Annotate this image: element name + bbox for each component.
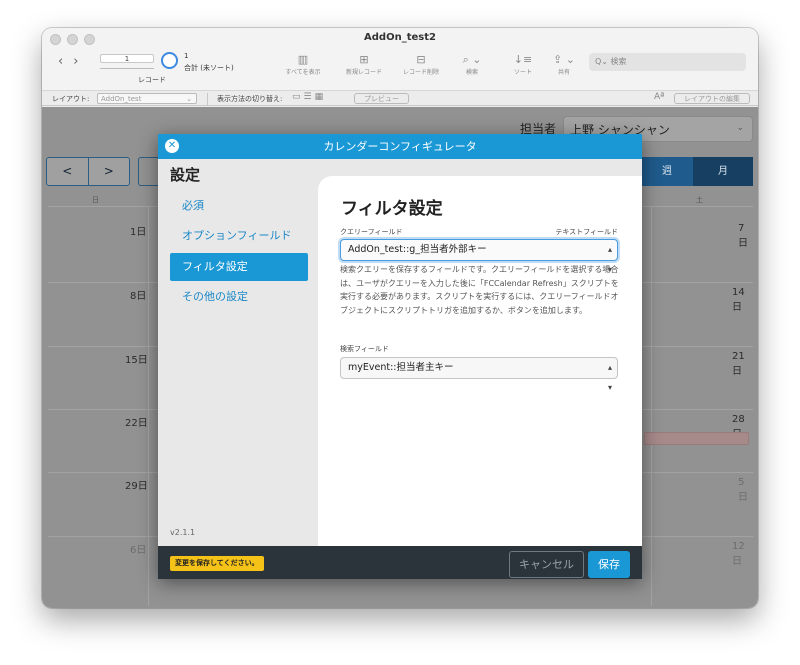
delete-record-icon: ⊟	[416, 53, 426, 66]
filter-settings-panel: フィルタ設定 クエリーフィールド テキストフィールド AddOn_test::g…	[318, 176, 642, 546]
next-record-icon[interactable]: ›	[73, 54, 78, 69]
sidebar-item-filter-settings[interactable]: フィルタ設定	[170, 253, 308, 281]
unsaved-warning-badge: 変更を保存してください。	[170, 556, 264, 571]
panel-title: フィルタ設定	[341, 199, 443, 219]
share-button[interactable]: ⇪ ⌄ 共有	[539, 52, 589, 76]
query-field-label: クエリーフィールド	[340, 228, 403, 236]
found-set-pie-icon	[161, 52, 178, 69]
layout-label: レイアウト:	[52, 95, 90, 103]
layout-select[interactable]: AddOn_test ⌄	[97, 93, 197, 104]
version-label: v2.1.1	[170, 528, 196, 537]
search-icon: Q⌄	[595, 57, 611, 66]
day-cell[interactable]: 5日	[738, 477, 753, 503]
list-view-icon[interactable]: ☰	[304, 92, 315, 102]
view-as-label: 表示方法の切り替え:	[217, 95, 283, 103]
layout-bar: レイアウト: AddOn_test ⌄ 表示方法の切り替え: ▭☰▦ プレビュー …	[42, 90, 758, 106]
show-all-icon: ▥	[297, 53, 309, 66]
query-field-help: 検索クエリーを保存するフィールドです。クエリーフィールドを選択する場合は、ユーザ…	[340, 265, 619, 315]
next-month-button[interactable]: >	[89, 158, 130, 185]
query-field-type: テキストフィールド	[555, 228, 618, 236]
sidebar-item-required[interactable]: 必須	[170, 192, 308, 220]
today-button[interactable]	[138, 157, 158, 186]
record-slider[interactable]	[100, 68, 154, 69]
total-count: 1	[184, 52, 189, 60]
record-number-field[interactable]: 1	[100, 54, 154, 63]
up-down-arrows-icon: ▴ ▾	[607, 363, 612, 392]
dialog-footer: 変更を保存してください。 キャンセル 保存	[158, 546, 642, 579]
form-view-icon[interactable]: ▭	[292, 92, 304, 102]
prev-month-button[interactable]: <	[47, 158, 89, 185]
day-cell[interactable]: 29日	[125, 477, 148, 492]
sidebar-item-optional-fields[interactable]: オプションフィールド	[170, 222, 308, 250]
app-window: AddOn_test2 ‹ › 1 レコード 1 合計 (未ソート) ▥ すべてを…	[42, 28, 758, 608]
preview-button[interactable]: プレビュー	[354, 93, 409, 104]
new-record-icon: ⊞	[359, 53, 369, 66]
day-cell[interactable]: 15日	[125, 351, 148, 366]
dialog-title: カレンダーコンフィギュレータ	[323, 140, 477, 153]
day-cell[interactable]: 7日	[738, 223, 753, 249]
delete-record-button[interactable]: ⊟ レコード削除	[396, 52, 446, 76]
find-icon: ⌕ ⌄	[462, 53, 482, 66]
calendar-event[interactable]	[644, 432, 749, 445]
calendar-configurator-dialog: ✕ カレンダーコンフィギュレータ 設定 必須 オプションフィールド フィルタ設定…	[158, 134, 642, 579]
search-field[interactable]: Q⌄ 検索	[589, 53, 746, 71]
save-button[interactable]: 保存	[588, 551, 630, 578]
table-view-icon[interactable]: ▦	[315, 92, 327, 102]
sidebar-item-other-settings[interactable]: その他の設定	[170, 283, 308, 311]
week-view-button[interactable]: 週	[641, 157, 693, 186]
cancel-button[interactable]: キャンセル	[509, 551, 584, 578]
divider	[207, 93, 208, 105]
record-label: レコード	[138, 76, 166, 84]
view-as-buttons[interactable]: ▭☰▦	[292, 92, 326, 102]
new-record-button[interactable]: ⊞ 新規レコード	[339, 52, 389, 76]
day-cell[interactable]: 8日	[130, 287, 146, 302]
month-view-button[interactable]: 月	[693, 157, 753, 186]
day-cell[interactable]: 12日	[732, 541, 753, 567]
dialog-header: ✕ カレンダーコンフィギュレータ	[158, 134, 642, 159]
title-toolbar: AddOn_test2 ‹ › 1 レコード 1 合計 (未ソート) ▥ すべてを…	[42, 28, 758, 90]
window-title: AddOn_test2	[364, 32, 436, 43]
edit-layout-button[interactable]: レイアウトの編集	[674, 93, 750, 104]
query-field-select[interactable]: AddOn_test::g_担当者外部キー ▴ ▾	[340, 239, 618, 274]
weekday-sat: 土	[696, 196, 703, 204]
show-all-button[interactable]: ▥ すべてを表示	[278, 52, 328, 76]
search-field-select[interactable]: myEvent::担当者主キー ▴ ▾	[340, 357, 618, 392]
share-icon: ⇪ ⌄	[553, 53, 575, 66]
chevron-down-icon: ⌄	[736, 123, 744, 133]
search-field-label: 検索フィールド	[340, 345, 389, 353]
total-label: 合計 (未ソート)	[184, 64, 234, 72]
prev-record-icon[interactable]: ‹	[58, 54, 63, 69]
weekday-sun: 日	[92, 196, 99, 204]
dialog-body: 設定 必須 オプションフィールド フィルタ設定 その他の設定 v2.1.1 フィ…	[158, 159, 642, 546]
calendar-nav: < >	[46, 157, 130, 186]
chevron-down-icon: ⌄	[186, 95, 192, 103]
text-format-icon[interactable]: Aª	[654, 92, 664, 102]
find-button[interactable]: ⌕ ⌄ 検索	[447, 52, 497, 76]
day-cell[interactable]: 6日	[130, 541, 146, 556]
day-cell[interactable]: 14日	[732, 287, 753, 313]
day-cell[interactable]: 1日	[130, 223, 146, 238]
sidebar-title: 設定	[170, 166, 201, 184]
day-cell[interactable]: 22日	[125, 414, 148, 429]
day-cell[interactable]: 21日	[732, 351, 753, 377]
close-icon[interactable]: ✕	[165, 139, 179, 153]
record-nav: ‹ ›	[58, 54, 88, 69]
